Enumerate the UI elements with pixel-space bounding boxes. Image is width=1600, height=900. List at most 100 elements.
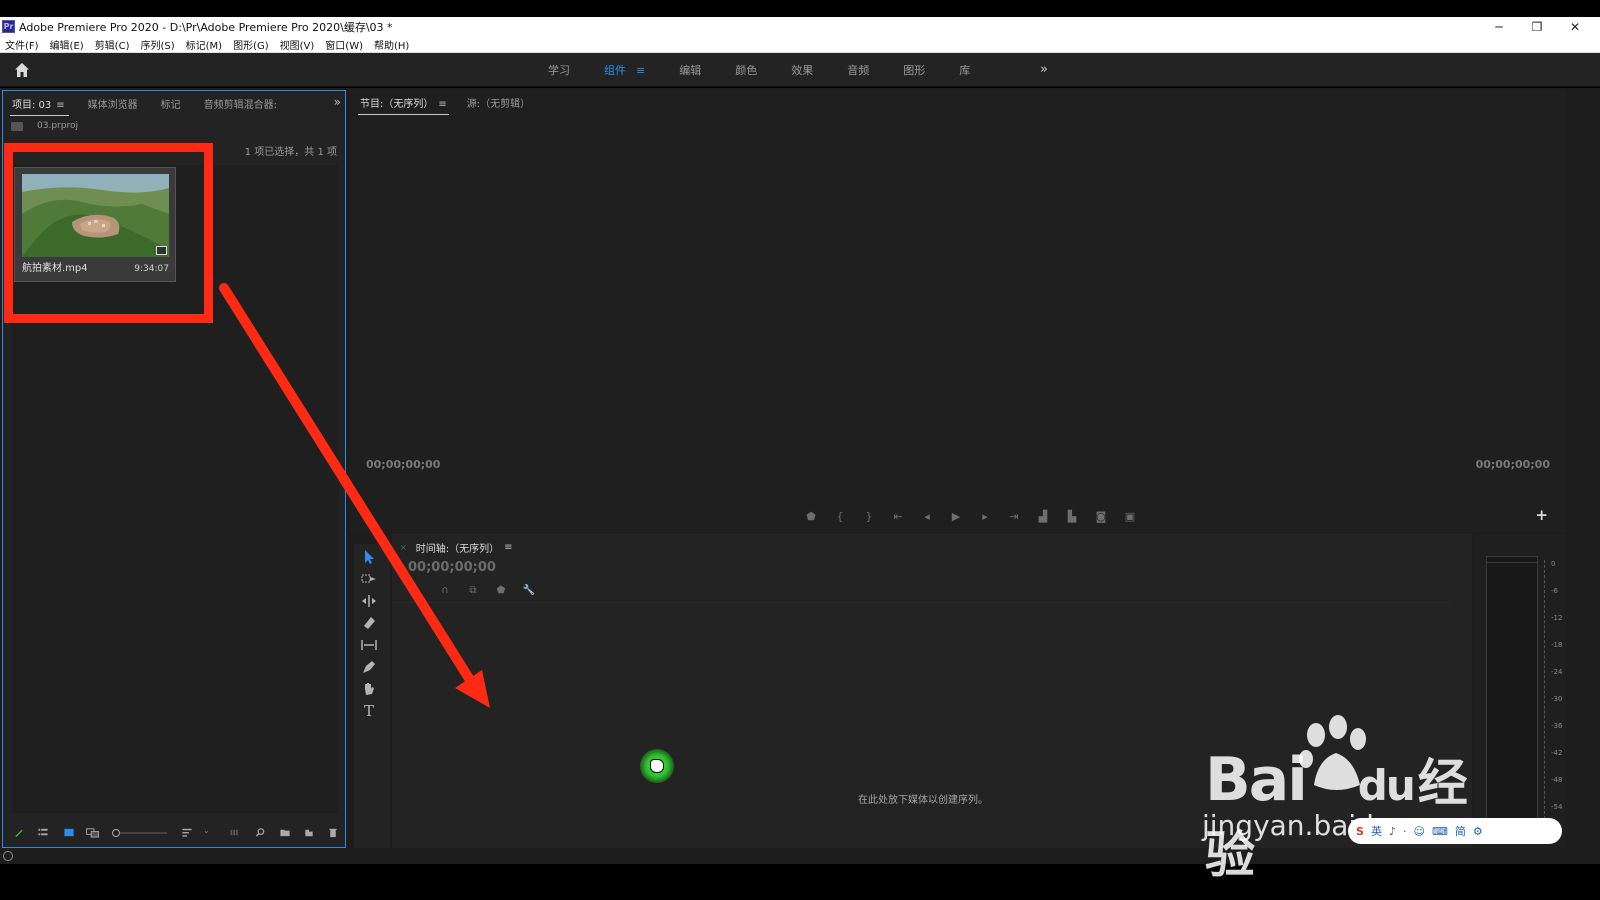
tab-media-browser[interactable]: 媒体浏览器 bbox=[88, 96, 138, 111]
play-icon[interactable]: ▶ bbox=[948, 509, 964, 523]
panel-menu-icon[interactable]: ≡ bbox=[56, 100, 64, 111]
sort-dropdown-chevron-icon[interactable]: ⌄ bbox=[203, 826, 210, 835]
ime-punct-icon[interactable]: · bbox=[1403, 825, 1407, 838]
workspace-tab-editing[interactable]: 编辑 bbox=[679, 62, 701, 78]
project-file-name: 03.prproj bbox=[37, 121, 78, 131]
sort-icon[interactable] bbox=[181, 827, 193, 838]
duration-timecode: 00;00;00;00 bbox=[1475, 458, 1550, 471]
find-icon[interactable] bbox=[254, 827, 266, 838]
step-forward-icon[interactable]: ▸ bbox=[977, 509, 993, 523]
menu-graphics[interactable]: 图形(G) bbox=[228, 37, 275, 52]
type-tool-icon[interactable]: T bbox=[360, 702, 378, 720]
project-panel-toolbar: ⌄ bbox=[3, 819, 345, 847]
tab-project[interactable]: 项目: 03 ≡ bbox=[10, 96, 69, 116]
home-icon[interactable] bbox=[14, 62, 30, 78]
playhead-timecode[interactable]: 00;00;00;00 bbox=[366, 458, 440, 471]
go-to-out-icon[interactable]: ⇥ bbox=[1006, 509, 1022, 523]
close-tab-icon[interactable]: × bbox=[400, 543, 407, 552]
premiere-logo-icon: Pr bbox=[2, 20, 15, 33]
workspace-tab-graphics[interactable]: 图形 bbox=[903, 62, 925, 78]
trash-icon[interactable] bbox=[327, 827, 339, 838]
new-bin-icon[interactable] bbox=[279, 827, 291, 838]
pencil-icon[interactable] bbox=[13, 827, 25, 838]
menu-markers[interactable]: 标记(M) bbox=[181, 37, 228, 52]
extract-icon[interactable]: ▙ bbox=[1064, 509, 1080, 523]
annotation-highlight-box bbox=[4, 143, 213, 323]
meter-label: -42 bbox=[1551, 749, 1563, 757]
freeform-view-icon[interactable] bbox=[85, 827, 101, 838]
panel-overflow-icon[interactable]: » bbox=[334, 95, 341, 109]
mark-out-icon[interactable]: } bbox=[861, 509, 877, 523]
workspace-tab-audio[interactable]: 音频 bbox=[847, 62, 869, 78]
ime-settings-icon[interactable]: ⚙ bbox=[1473, 825, 1483, 838]
go-to-in-icon[interactable]: ⇤ bbox=[890, 509, 906, 523]
menu-file[interactable]: 文件(F) bbox=[0, 37, 45, 52]
ime-voice-icon[interactable]: ♪ bbox=[1389, 825, 1396, 838]
workspace-tab-assembly[interactable]: 组件 ≡ bbox=[604, 62, 645, 78]
icon-view-icon[interactable] bbox=[63, 827, 75, 838]
menu-help[interactable]: 帮助(H) bbox=[369, 37, 415, 52]
workspace-tab-libraries[interactable]: 库 bbox=[959, 62, 970, 78]
pen-tool-icon[interactable] bbox=[360, 658, 378, 676]
button-editor-add-icon[interactable]: + bbox=[1535, 506, 1548, 524]
close-button[interactable]: ✕ bbox=[1556, 17, 1594, 36]
zoom-slider[interactable] bbox=[111, 828, 169, 838]
menu-clip[interactable]: 剪辑(C) bbox=[90, 37, 136, 52]
title-bar: Pr Adobe Premiere Pro 2020 - D:\Pr\Adobe… bbox=[0, 17, 1600, 36]
audio-meter-peak bbox=[1486, 556, 1538, 563]
tab-audio-clip-mixer[interactable]: 音频剪辑混合器: bbox=[204, 96, 277, 111]
ime-simplified-toggle[interactable]: 简 bbox=[1455, 823, 1466, 839]
export-frame-icon[interactable]: ◙ bbox=[1093, 509, 1109, 523]
list-view-icon[interactable] bbox=[37, 827, 49, 838]
panel-menu-icon[interactable]: ≡ bbox=[636, 64, 645, 77]
tab-source[interactable]: 源:（无剪辑） bbox=[467, 95, 530, 110]
audio-meter-scale: 0 -6 -12 -18 -24 -30 -36 -42 -48 -54 bbox=[1544, 560, 1564, 844]
step-back-icon[interactable]: ◂ bbox=[919, 509, 935, 523]
menu-sequence[interactable]: 序列(S) bbox=[135, 37, 180, 52]
program-monitor-panel: 节目:（无序列） ≡ 源:（无剪辑） 00;00;00;00 00;00;00;0… bbox=[348, 90, 1566, 532]
add-marker-icon[interactable]: ⬟ bbox=[803, 509, 819, 523]
minimize-button[interactable]: ─ bbox=[1480, 17, 1518, 36]
ime-keyboard-icon[interactable]: ⌨ bbox=[1432, 825, 1448, 838]
workspace-tab-effects[interactable]: 效果 bbox=[791, 62, 813, 78]
timeline-timecode[interactable]: 00;00;00;00 bbox=[408, 560, 496, 575]
panel-menu-icon[interactable]: ≡ bbox=[438, 99, 446, 110]
lift-icon[interactable]: ▟ bbox=[1035, 509, 1051, 523]
meter-label: -36 bbox=[1551, 722, 1563, 730]
tab-project-label: 项目: 03 bbox=[12, 99, 52, 111]
workspace-tab-color[interactable]: 颜色 bbox=[735, 62, 757, 78]
mark-in-icon[interactable]: { bbox=[832, 509, 848, 523]
menu-window[interactable]: 窗口(W) bbox=[320, 37, 369, 52]
panel-menu-icon[interactable]: ≡ bbox=[504, 542, 512, 553]
tab-timeline[interactable]: × 时间轴:（无序列） ≡ bbox=[400, 540, 512, 555]
selection-tool-icon[interactable] bbox=[360, 548, 378, 566]
track-select-tool-icon[interactable] bbox=[360, 570, 378, 588]
tab-program[interactable]: 节目:（无序列） ≡ bbox=[358, 95, 449, 115]
menu-edit[interactable]: 编辑(E) bbox=[45, 37, 90, 52]
linked-selection-icon[interactable]: ⧉ bbox=[466, 584, 480, 596]
sogou-ime-icon[interactable]: S bbox=[1356, 825, 1364, 838]
selection-count: 1 项已选择，共 1 项 bbox=[244, 147, 337, 158]
slip-tool-icon[interactable] bbox=[360, 636, 378, 654]
automate-to-sequence-icon[interactable] bbox=[229, 827, 241, 838]
project-file-icon bbox=[11, 121, 23, 131]
comparison-view-icon[interactable]: ▣ bbox=[1122, 509, 1138, 523]
wrench-icon[interactable]: 🔧 bbox=[522, 584, 536, 596]
timeline-track-area[interactable]: 在此处放下媒体以创建序列。 bbox=[392, 602, 1450, 850]
menu-view[interactable]: 视图(V) bbox=[275, 37, 321, 52]
new-item-icon[interactable] bbox=[303, 827, 315, 838]
restore-button[interactable]: ❐ bbox=[1518, 17, 1556, 36]
ime-lang-toggle[interactable]: 英 bbox=[1371, 823, 1382, 839]
project-panel-tabs: 项目: 03 ≡ 媒体浏览器 标记 音频剪辑混合器: bbox=[3, 91, 345, 116]
meter-label: 0 bbox=[1551, 560, 1556, 568]
ripple-edit-tool-icon[interactable] bbox=[360, 592, 378, 610]
tab-markers[interactable]: 标记 bbox=[161, 96, 181, 111]
hand-tool-icon[interactable] bbox=[360, 680, 378, 698]
workspace-overflow-icon[interactable]: » bbox=[1040, 62, 1048, 77]
audio-meter-bar bbox=[1486, 556, 1538, 844]
snap-icon[interactable]: ∩ bbox=[438, 584, 452, 596]
add-marker-icon[interactable]: ⬟ bbox=[494, 584, 508, 596]
workspace-tab-learn[interactable]: 学习 bbox=[548, 62, 570, 78]
ime-emoji-icon[interactable]: ☺ bbox=[1413, 825, 1424, 838]
razor-tool-icon[interactable] bbox=[360, 614, 378, 632]
